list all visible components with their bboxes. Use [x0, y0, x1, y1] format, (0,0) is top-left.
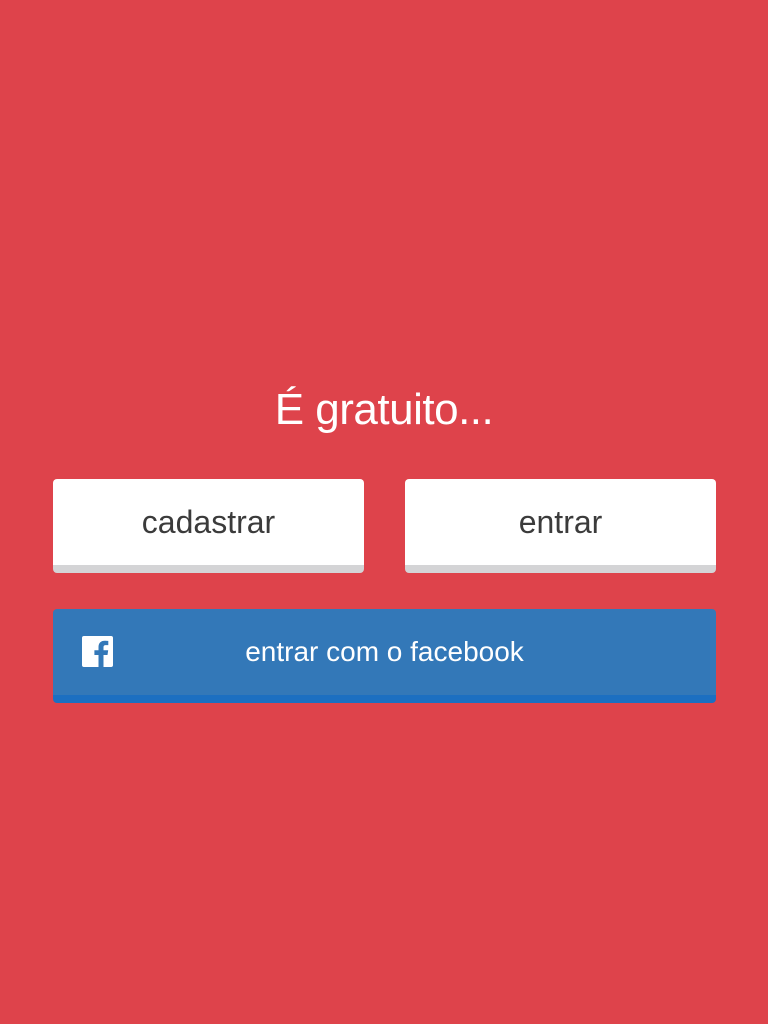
login-button-label: entrar	[518, 503, 603, 540]
headline: É gratuito...	[274, 385, 494, 434]
facebook-icon	[82, 636, 113, 667]
facebook-login-button[interactable]: entrar com o facebook	[53, 609, 716, 703]
signup-button-label: cadastrar	[141, 503, 276, 540]
login-button[interactable]: entrar	[405, 479, 716, 573]
facebook-button-label: entrar com o facebook	[245, 636, 524, 667]
signup-button[interactable]: cadastrar	[53, 479, 364, 573]
